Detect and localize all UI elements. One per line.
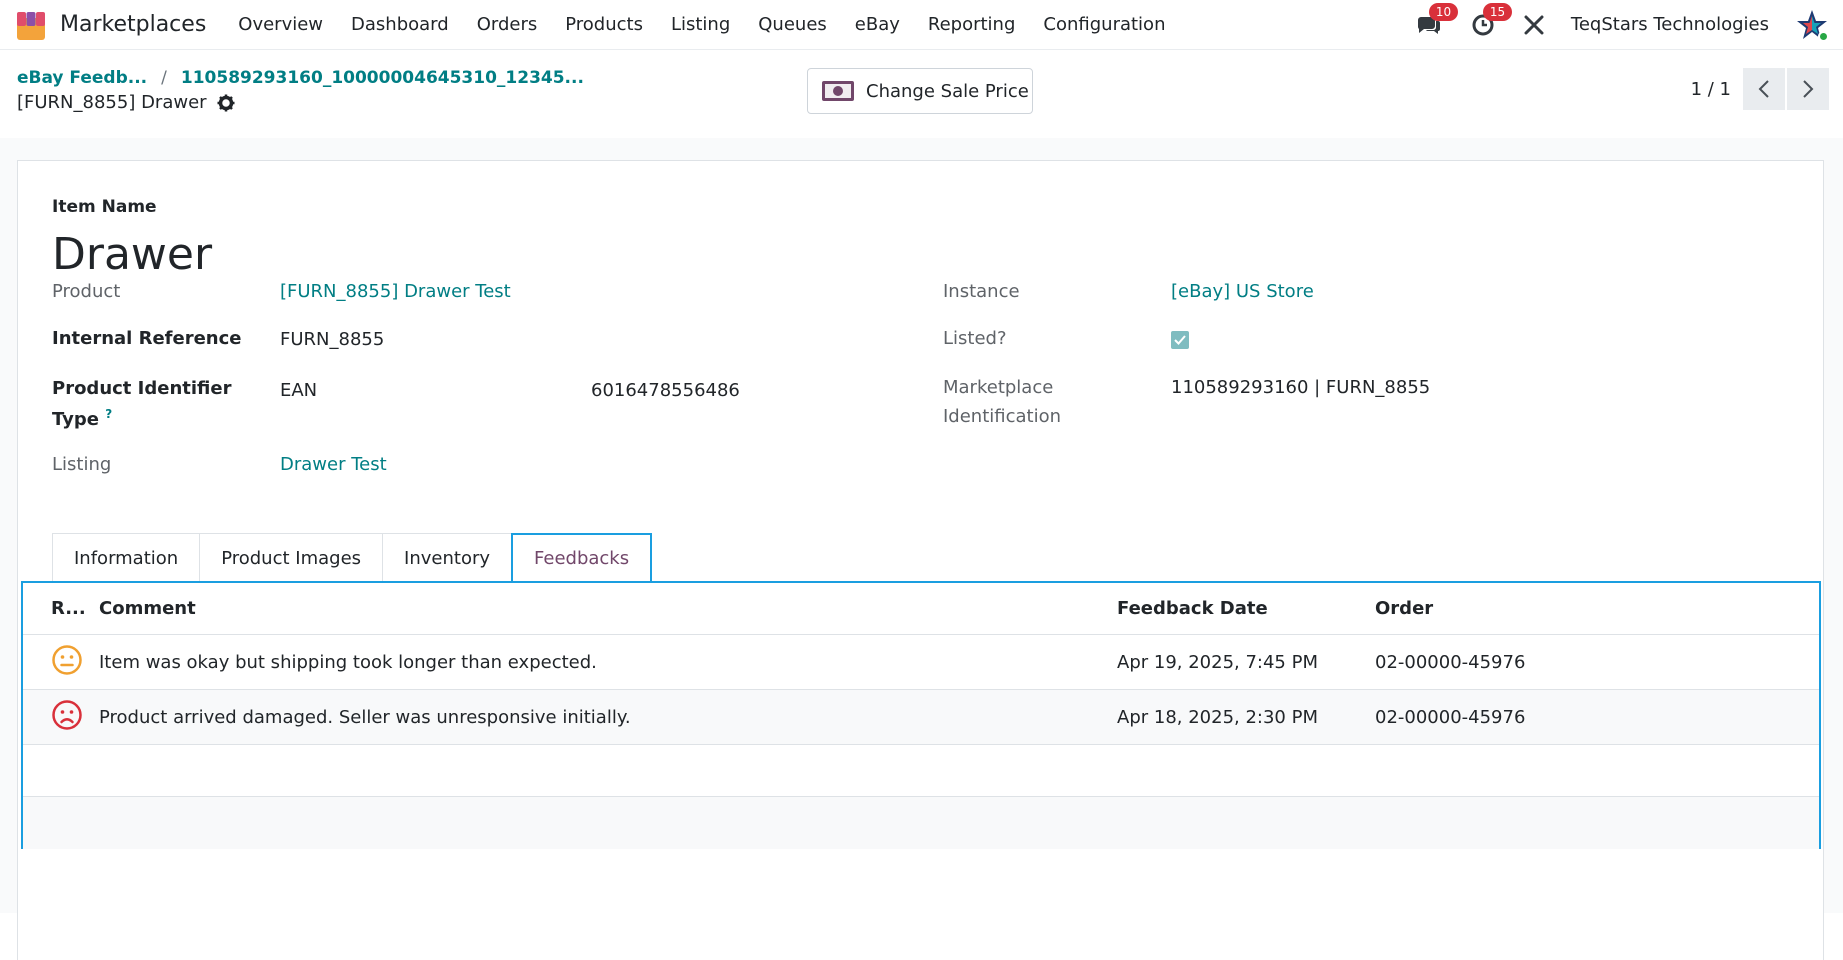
pager-value[interactable]: 1 / 1 — [1691, 79, 1731, 100]
chevron-right-icon — [1802, 80, 1814, 98]
menu-products[interactable]: Products — [551, 14, 657, 35]
product-identifier-type-label-line2-wrap: Type ? — [52, 407, 112, 430]
form-view-background: Item Name Drawer Product [FURN_8855] Dra… — [0, 138, 1843, 913]
empty-row — [23, 745, 1819, 797]
comment-cell: Product arrived damaged. Seller was unre… — [99, 707, 1117, 728]
product-identifier-type-value[interactable]: EAN — [280, 380, 317, 401]
breadcrumb-parent[interactable]: eBay Feedb... — [17, 68, 147, 88]
menu-dashboard[interactable]: Dashboard — [337, 14, 463, 35]
company-switcher[interactable]: TeqStars Technologies — [1571, 14, 1769, 35]
order-cell: 02-00000-45976 — [1375, 707, 1819, 728]
record-title: [FURN_8855] Drawer — [17, 92, 235, 113]
menu-listing[interactable]: Listing — [657, 14, 744, 35]
column-rating[interactable]: R... — [23, 598, 99, 619]
neutral-face-icon — [51, 644, 83, 676]
marketplaces-app-icon[interactable] — [14, 8, 48, 42]
empty-row — [23, 797, 1819, 849]
feedback-date-cell: Apr 18, 2025, 2:30 PM — [1117, 707, 1375, 728]
record-name: [FURN_8855] Drawer — [17, 92, 207, 113]
menu-ebay[interactable]: eBay — [841, 14, 914, 35]
marketplace-identification-label-line1: Marketplace — [943, 377, 1053, 398]
order-cell: 02-00000-45976 — [1375, 652, 1819, 673]
activities-count-badge: 15 — [1483, 3, 1512, 21]
breadcrumb: eBay Feedb... / 110589293160_10000004645… — [17, 68, 584, 88]
item-name-label: Item Name — [52, 197, 157, 217]
listed-checkbox[interactable] — [1171, 331, 1189, 349]
menu-orders[interactable]: Orders — [463, 14, 552, 35]
instance-label: Instance — [943, 281, 1020, 302]
item-name-field[interactable]: Drawer — [52, 229, 212, 280]
money-icon — [822, 81, 854, 101]
listing-label: Listing — [52, 454, 111, 475]
product-identifier-type-label: Product Identifier — [52, 378, 231, 399]
column-order[interactable]: Order — [1375, 598, 1819, 619]
menu-queues[interactable]: Queues — [744, 14, 841, 35]
help-tooltip-icon[interactable]: ? — [105, 407, 112, 421]
comment-cell: Item was okay but shipping took longer t… — [99, 652, 1117, 673]
internal-reference-label: Internal Reference — [52, 328, 241, 349]
column-comment[interactable]: Comment — [99, 598, 1117, 619]
table-row[interactable]: Item was okay but shipping took longer t… — [23, 635, 1819, 690]
messages-count-badge: 10 — [1429, 3, 1458, 21]
activities-button[interactable]: 15 — [1469, 11, 1497, 39]
breadcrumb-current[interactable]: 110589293160_10000004645310_12345... — [181, 68, 584, 88]
sad-face-icon — [51, 699, 83, 731]
internal-reference-value: FURN_8855 — [280, 329, 384, 350]
feedbacks-table: R... Comment Feedback Date Order Item wa… — [21, 581, 1821, 849]
product-label: Product — [52, 281, 120, 302]
listed-label: Listed? — [943, 328, 1007, 349]
menu-overview[interactable]: Overview — [224, 14, 337, 35]
table-row[interactable]: Product arrived damaged. Seller was unre… — [23, 690, 1819, 745]
marketplace-identification-label-line2: Identification — [943, 406, 1061, 427]
product-identifier-type-label-line1: Product Identifier — [52, 378, 231, 399]
tab-inventory[interactable]: Inventory — [382, 533, 512, 583]
main-menu: Overview Dashboard Orders Products Listi… — [224, 14, 1179, 35]
tools-icon[interactable] — [1523, 14, 1545, 36]
menu-configuration[interactable]: Configuration — [1029, 14, 1179, 35]
pager-next-button[interactable] — [1787, 68, 1829, 110]
rating-cell — [23, 699, 99, 736]
instance-link[interactable]: [eBay] US Store — [1171, 281, 1314, 302]
pager: 1 / 1 — [1691, 68, 1829, 110]
listing-link[interactable]: Drawer Test — [280, 454, 387, 475]
tab-information[interactable]: Information — [52, 533, 200, 583]
app-name[interactable]: Marketplaces — [60, 12, 206, 37]
notebook-tabs: Information Product Images Inventory Fee… — [52, 533, 651, 583]
product-identifier-type-label-line2: Type — [52, 409, 99, 430]
online-status-dot — [1818, 31, 1829, 42]
menu-reporting[interactable]: Reporting — [914, 14, 1030, 35]
systray: 10 15 TeqStars Technologies — [1415, 8, 1829, 42]
column-feedback-date[interactable]: Feedback Date — [1117, 598, 1375, 619]
table-header: R... Comment Feedback Date Order — [23, 583, 1819, 635]
change-sale-price-button[interactable]: Change Sale Price — [807, 68, 1033, 114]
pager-previous-button[interactable] — [1743, 68, 1785, 110]
breadcrumb-separator: / — [161, 68, 167, 88]
top-navbar: Marketplaces Overview Dashboard Orders P… — [0, 0, 1843, 50]
rating-cell — [23, 644, 99, 681]
gear-icon[interactable] — [217, 94, 235, 112]
feedback-date-cell: Apr 19, 2025, 7:45 PM — [1117, 652, 1375, 673]
tab-feedbacks[interactable]: Feedbacks — [511, 533, 652, 583]
tab-product-images[interactable]: Product Images — [199, 533, 383, 583]
product-link[interactable]: [FURN_8855] Drawer Test — [280, 281, 511, 302]
chevron-left-icon — [1758, 80, 1770, 98]
marketplace-identification-value: 110589293160 | FURN_8855 — [1171, 377, 1430, 398]
change-sale-price-label: Change Sale Price — [866, 81, 1029, 102]
checkmark-icon — [1174, 335, 1186, 345]
messages-button[interactable]: 10 — [1415, 11, 1443, 39]
user-avatar[interactable] — [1795, 8, 1829, 42]
form-sheet: Item Name Drawer Product [FURN_8855] Dra… — [17, 160, 1824, 960]
product-identifier-value[interactable]: 6016478556486 — [591, 380, 740, 401]
